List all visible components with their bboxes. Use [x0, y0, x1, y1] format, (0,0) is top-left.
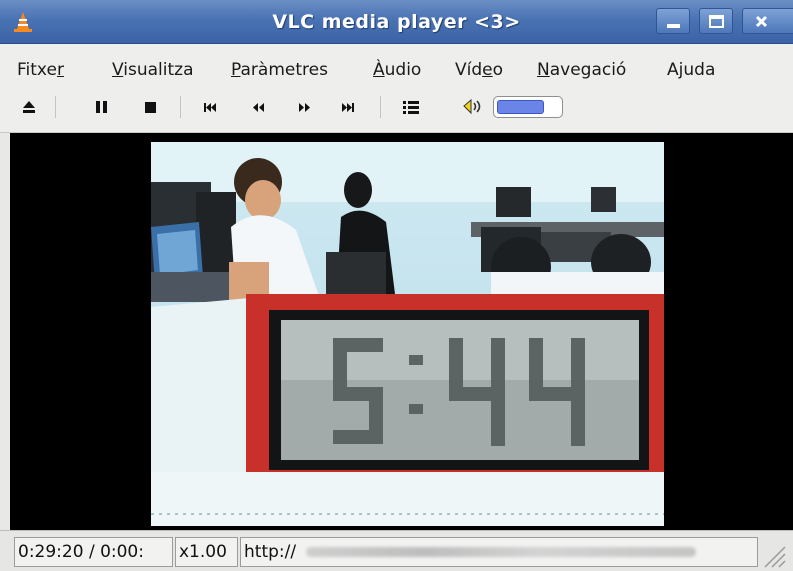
video-frame [151, 142, 664, 526]
volume-slider[interactable] [493, 96, 563, 118]
menu-help[interactable]: Ajuda [667, 60, 715, 80]
status-bar: 0:29:20 / 0:00: x1.00 http:// [0, 530, 793, 571]
fast-forward-icon [299, 103, 310, 112]
time-display: 0:29:20 / 0:00: [14, 537, 173, 567]
redacted-url [306, 547, 696, 557]
toolbar [0, 84, 793, 133]
previous-button[interactable] [198, 94, 224, 120]
close-button[interactable] [742, 8, 793, 34]
minimize-icon [667, 24, 680, 28]
menu-navigation[interactable]: Navegació [537, 60, 626, 80]
maximize-button[interactable] [699, 8, 733, 34]
rewind-icon [253, 103, 264, 112]
menu-view[interactable]: Visualitza [112, 60, 194, 80]
skip-previous-icon [204, 103, 216, 112]
rewind-button[interactable] [246, 94, 272, 120]
menu-audio[interactable]: Àudio [373, 60, 421, 80]
media-url: http:// [244, 542, 297, 562]
fast-forward-button[interactable] [291, 94, 317, 120]
video-output[interactable] [10, 133, 793, 530]
next-button[interactable] [335, 94, 361, 120]
speed-display: x1.00 [175, 537, 238, 567]
menu-video[interactable]: Vídeo [455, 60, 503, 80]
toolbar-separator [180, 96, 181, 118]
stop-button[interactable] [138, 94, 164, 120]
pause-icon [96, 101, 107, 113]
volume-icon [463, 98, 481, 115]
playlist-button[interactable] [398, 94, 424, 120]
volume-level-fill [497, 100, 544, 114]
menu-settings[interactable]: Paràmetres [231, 60, 328, 80]
resize-grip-icon[interactable] [757, 539, 787, 569]
toolbar-separator [55, 96, 56, 118]
skip-next-icon [342, 103, 354, 112]
title-bar[interactable]: VLC media player <3> [0, 0, 793, 44]
close-icon [755, 15, 768, 28]
playlist-icon [403, 101, 419, 114]
maximize-icon [709, 15, 724, 28]
minimize-button[interactable] [656, 8, 690, 34]
mute-button[interactable] [460, 94, 486, 120]
pause-button[interactable] [88, 94, 114, 120]
video-frame-image [151, 142, 664, 526]
eject-icon [23, 101, 35, 113]
toolbar-separator [380, 96, 381, 118]
eject-button[interactable] [16, 94, 42, 120]
stop-icon [145, 102, 156, 113]
menu-file[interactable]: Fitxer [17, 60, 64, 80]
menu-bar: Fitxer Visualitza Paràmetres Àudio Vídeo… [0, 44, 793, 84]
